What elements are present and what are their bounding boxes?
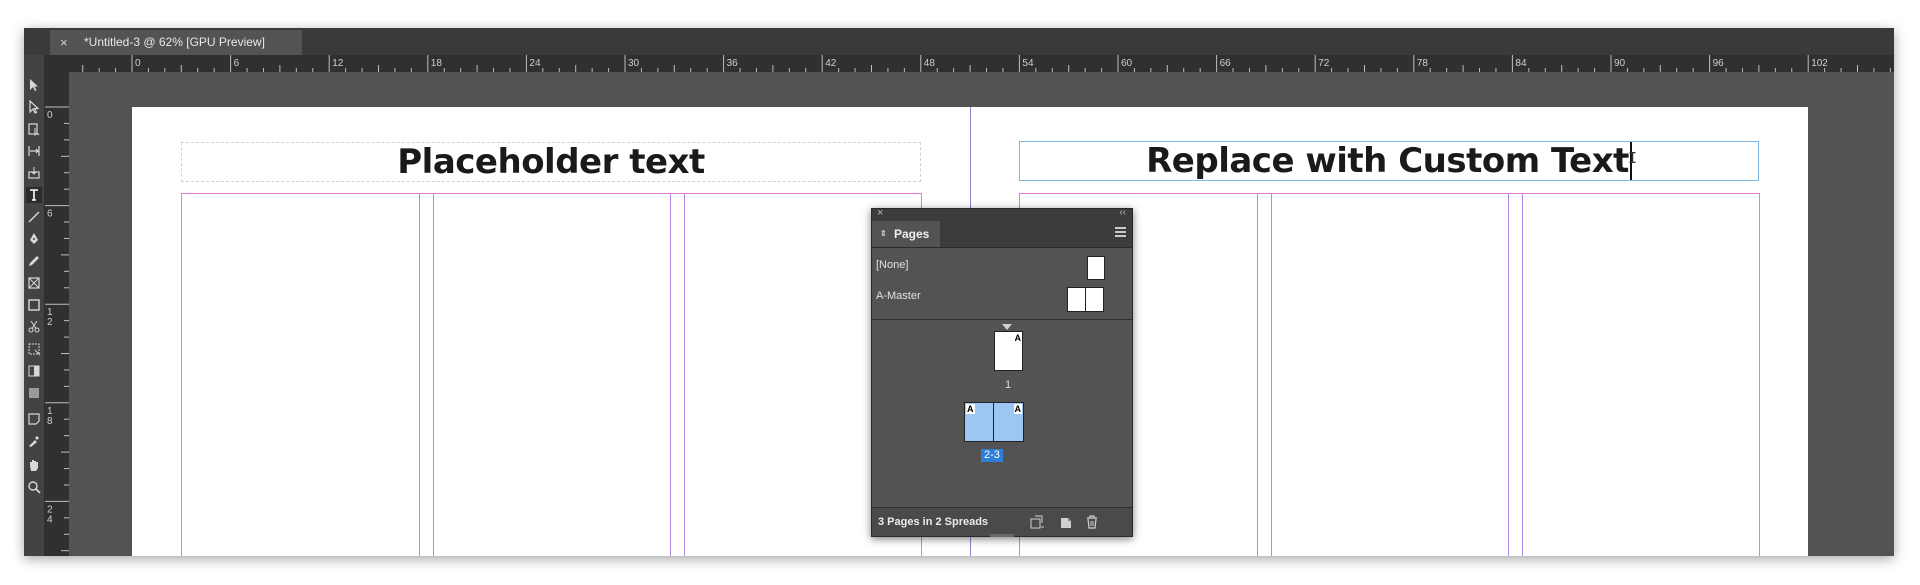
gradient-swatch-tool-icon[interactable]: [26, 363, 42, 379]
ruler-label: 8: [47, 416, 53, 427]
panel-tab-row: ⇕ Pages: [872, 221, 1132, 248]
trash-icon[interactable]: [1084, 514, 1100, 530]
new-page-icon[interactable]: [1058, 514, 1074, 530]
page-1-master-letter: A: [1014, 333, 1022, 343]
rectangle-frame-tool-icon[interactable]: [26, 275, 42, 291]
ruler-label: 2: [47, 317, 53, 328]
horizontal-ruler[interactable]: 0 6 12 18 24 30 36 42 48 54 60 66 72 78 84 90 96 102: [69, 55, 1894, 72]
close-tab-icon[interactable]: ×: [60, 30, 68, 55]
ruler-label: 30: [628, 58, 640, 69]
column-guide: [1508, 194, 1509, 556]
line-tool-icon[interactable]: [26, 209, 42, 225]
ruler-label: 90: [1614, 58, 1626, 69]
tab-pages-label: Pages: [894, 227, 930, 241]
page-2-thumbnail[interactable]: A: [964, 402, 995, 442]
direct-selection-tool-icon[interactable]: [26, 99, 42, 115]
ruler-label: 4: [47, 514, 53, 525]
ruler-label: 96: [1713, 58, 1725, 69]
toolbox: [24, 55, 45, 556]
column-guide: [1271, 194, 1272, 556]
left-frame-text[interactable]: Placeholder text: [397, 142, 705, 182]
panel-menu-icon[interactable]: [1115, 227, 1126, 239]
ibeam-cursor-icon: I: [1628, 149, 1638, 167]
ruler-label: 84: [1515, 58, 1527, 69]
master-none-label: [None]: [876, 259, 909, 271]
document-tab[interactable]: × *Untitled-3 @ 62% [GPU Preview]: [50, 30, 302, 55]
ruler-label: 0: [47, 110, 53, 121]
scissors-tool-icon[interactable]: [26, 319, 42, 335]
master-a-label: A-Master: [876, 290, 921, 302]
panel-divider: [872, 319, 1132, 320]
page-1-thumbnail[interactable]: A: [994, 331, 1023, 371]
ruler-label: 0: [135, 58, 141, 69]
ruler-label: 18: [431, 58, 443, 69]
column-guide: [419, 194, 420, 556]
collapse-panel-icon[interactable]: ‹‹: [1119, 207, 1126, 218]
ruler-label: 54: [1022, 58, 1034, 69]
ruler-label: 48: [924, 58, 936, 69]
zoom-tool-icon[interactable]: [26, 479, 42, 495]
master-a-right-thumbnail[interactable]: [1085, 287, 1104, 312]
panel-resize-grip[interactable]: [990, 534, 1014, 537]
ruler-label: 102: [1811, 58, 1828, 69]
ruler-label: 78: [1417, 58, 1429, 69]
gradient-feather-tool-icon[interactable]: [26, 385, 42, 401]
ruler-origin[interactable]: [45, 55, 69, 72]
left-text-frame[interactable]: Placeholder text: [181, 142, 921, 182]
page-start-marker-icon: [1002, 324, 1012, 330]
rectangle-tool-icon[interactable]: [26, 297, 42, 313]
document-tab-bar: × *Untitled-3 @ 62% [GPU Preview]: [24, 28, 1894, 55]
ruler-label: 6: [234, 58, 240, 69]
type-tool-icon[interactable]: [26, 187, 42, 203]
tab-pages[interactable]: ⇕ Pages: [872, 221, 940, 247]
pen-tool-icon[interactable]: [26, 231, 42, 247]
ruler-label: 72: [1318, 58, 1330, 69]
page-3-thumbnail[interactable]: A: [993, 402, 1024, 442]
document-tab-title: *Untitled-3 @ 62% [GPU Preview]: [84, 35, 265, 49]
page-3-master-letter: A: [1013, 404, 1022, 414]
selection-tool-icon[interactable]: [26, 77, 42, 93]
panel-status-bar: 3 Pages in 2 Spreads: [872, 507, 1132, 536]
ruler-label: 36: [727, 58, 739, 69]
ruler-label: 24: [529, 58, 541, 69]
column-guide: [670, 194, 671, 556]
note-tool-icon[interactable]: [26, 411, 42, 427]
ruler-label: 42: [825, 58, 837, 69]
page-2-master-letter: A: [966, 404, 975, 414]
master-a-left-thumbnail[interactable]: [1067, 287, 1086, 312]
ruler-label: 12: [332, 58, 344, 69]
pages-panel[interactable]: × ‹‹ ⇕ Pages [None] A-Master A 1 A A 2-3…: [871, 207, 1133, 537]
page-count-status: 3 Pages in 2 Spreads: [878, 516, 989, 528]
pencil-tool-icon[interactable]: [26, 253, 42, 269]
right-frame-text[interactable]: Replace with Custom Text: [1146, 141, 1629, 181]
panel-titlebar[interactable]: × ‹‹: [872, 207, 1132, 221]
left-page-margin-guide: [181, 193, 922, 556]
ruler-label: 6: [47, 209, 53, 220]
column-guide: [1522, 194, 1523, 556]
edit-page-size-icon[interactable]: [1029, 514, 1045, 530]
gap-tool-icon[interactable]: [26, 143, 42, 159]
right-text-frame[interactable]: Replace with Custom Text: [1019, 141, 1759, 181]
tab-reorder-icon: ⇕: [880, 229, 887, 238]
ruler-label: 60: [1121, 58, 1133, 69]
content-collector-tool-icon[interactable]: [26, 165, 42, 181]
master-none-thumbnail[interactable]: [1087, 256, 1105, 280]
vertical-ruler[interactable]: 06121824: [45, 72, 69, 556]
indesign-window: × *Untitled-3 @ 62% [GPU Preview] 0 6 12 18…: [24, 28, 1894, 556]
free-transform-tool-icon[interactable]: [26, 341, 42, 357]
column-guide: [1257, 194, 1258, 556]
ruler-label: 66: [1220, 58, 1232, 69]
page-tool-icon[interactable]: [26, 121, 42, 137]
column-guide: [433, 194, 434, 556]
column-guide: [684, 194, 685, 556]
page-1-number[interactable]: 1: [1005, 379, 1011, 391]
hand-tool-icon[interactable]: [26, 457, 42, 473]
close-panel-icon[interactable]: ×: [877, 207, 883, 219]
eyedropper-tool-icon[interactable]: [26, 433, 42, 449]
spread-2-3-number[interactable]: 2-3: [981, 449, 1003, 462]
